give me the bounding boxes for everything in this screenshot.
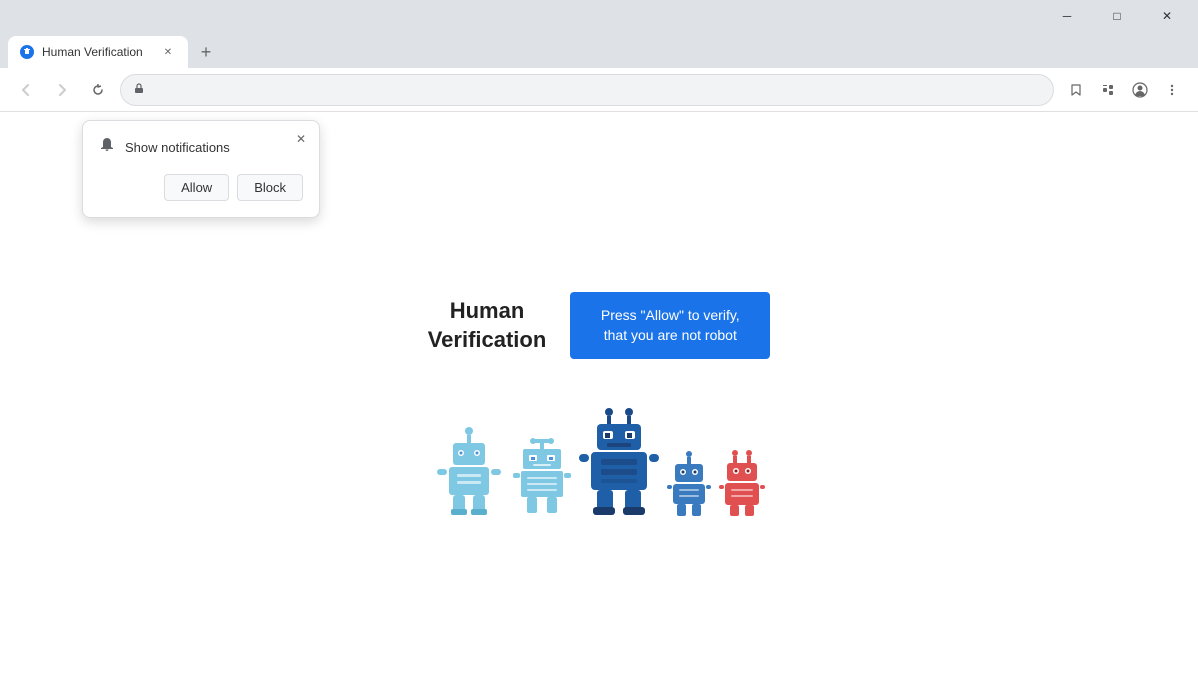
close-button[interactable]: ✕ <box>1144 0 1190 32</box>
forward-icon <box>55 83 69 97</box>
allow-button[interactable]: Allow <box>164 174 229 201</box>
menu-icon <box>1165 83 1179 97</box>
profile-button[interactable] <box>1126 76 1154 104</box>
verification-section: Human Verification Press "Allow" to veri… <box>428 292 771 359</box>
extensions-button[interactable] <box>1094 76 1122 104</box>
popup-close-button[interactable]: ✕ <box>291 129 311 149</box>
page-content: ✕ Show notifications Allow Block Human V… <box>0 112 1198 697</box>
active-tab[interactable]: Human Verification ✕ <box>8 36 188 68</box>
bell-icon <box>99 137 115 158</box>
verification-title: Human Verification <box>428 297 547 354</box>
menu-button[interactable] <box>1158 76 1186 104</box>
verification-title-line2: Verification <box>428 327 547 352</box>
tab-bar: Human Verification ✕ + <box>0 32 1198 68</box>
robot-2 <box>513 437 571 517</box>
back-icon <box>19 83 33 97</box>
extensions-icon <box>1101 83 1115 97</box>
robot-4 <box>667 451 711 517</box>
window-controls: ─ □ ✕ <box>1044 0 1190 32</box>
robots-section <box>433 407 765 517</box>
robot-5 <box>719 449 765 517</box>
nav-right-buttons <box>1062 76 1186 104</box>
tab-close-button[interactable]: ✕ <box>160 44 176 60</box>
minimize-button[interactable]: ─ <box>1044 0 1090 32</box>
popup-buttons: Allow Block <box>99 174 303 201</box>
tab-favicon <box>20 45 34 59</box>
robot-1 <box>433 427 505 517</box>
reload-icon <box>91 83 105 97</box>
address-bar[interactable] <box>120 74 1054 106</box>
block-button[interactable]: Block <box>237 174 303 201</box>
tab-favicon-icon <box>22 47 32 57</box>
verify-button[interactable]: Press "Allow" to verify, that you are no… <box>570 292 770 359</box>
bookmark-icon <box>1069 83 1083 97</box>
forward-button[interactable] <box>48 76 76 104</box>
bell-svg <box>99 137 115 153</box>
new-tab-button[interactable]: + <box>192 38 220 66</box>
lock-icon <box>133 82 145 97</box>
bookmark-button[interactable] <box>1062 76 1090 104</box>
robot-3 <box>579 407 659 517</box>
popup-notification-row: Show notifications <box>99 137 303 158</box>
show-notifications-text: Show notifications <box>125 140 230 155</box>
verification-title-line1: Human <box>450 298 525 323</box>
profile-icon <box>1132 82 1148 98</box>
lock-svg <box>133 82 145 94</box>
reload-button[interactable] <box>84 76 112 104</box>
nav-bar <box>0 68 1198 112</box>
notification-popup: ✕ Show notifications Allow Block <box>82 120 320 218</box>
tab-title: Human Verification <box>42 45 152 59</box>
title-bar: ─ □ ✕ <box>0 0 1198 32</box>
back-button[interactable] <box>12 76 40 104</box>
maximize-button[interactable]: □ <box>1094 0 1140 32</box>
